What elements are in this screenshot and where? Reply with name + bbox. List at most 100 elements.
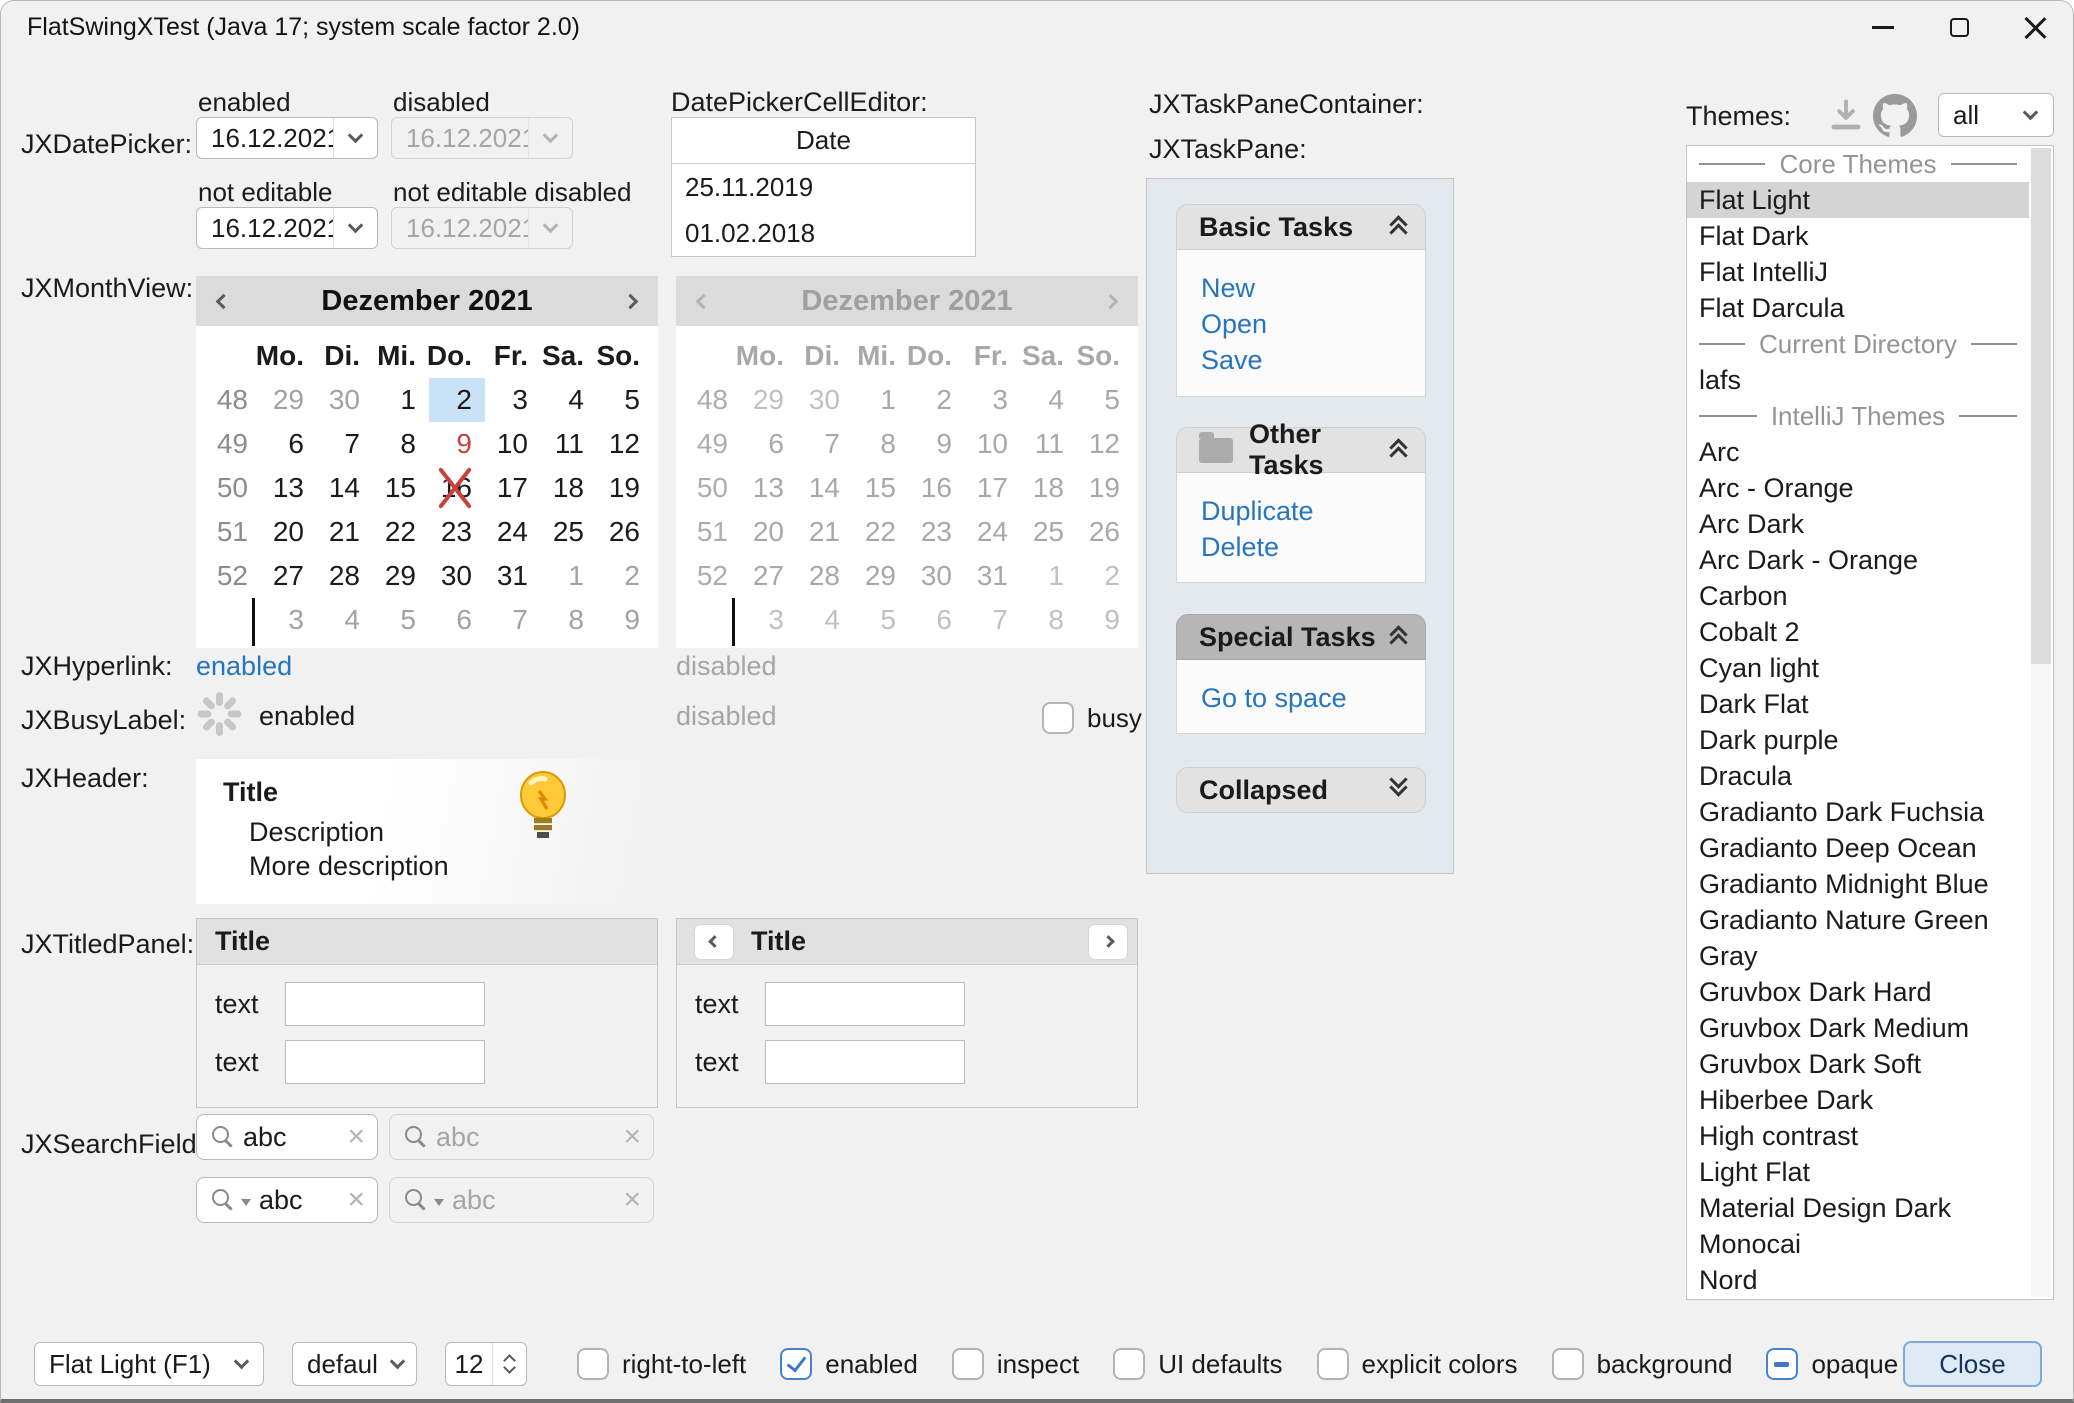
text-input[interactable] (285, 982, 485, 1026)
calendar-day[interactable]: 6 (261, 422, 317, 466)
theme-list-item[interactable]: Dark purple (1687, 722, 2029, 758)
calendar-day[interactable]: 9 (597, 598, 653, 642)
themes-scrollbar[interactable] (2031, 148, 2051, 1297)
calendar-day[interactable]: 5 (373, 598, 429, 642)
datepicker-not-editable[interactable]: 16.12.2021 (196, 207, 378, 249)
calendar-day[interactable]: 13 (261, 466, 317, 510)
checkbox-ui-defaults[interactable]: UI defaults (1113, 1348, 1282, 1380)
calendar-day[interactable]: 29 (261, 378, 317, 422)
titled-panel-prev-button[interactable] (695, 925, 733, 959)
taskpane-action-link[interactable]: Go to space (1201, 680, 1425, 716)
calendar-day[interactable]: 3 (485, 378, 541, 422)
table-row[interactable]: 25.11.2019 (672, 164, 975, 210)
theme-list-item[interactable]: Dracula (1687, 758, 2029, 794)
calendar-day[interactable]: 15 (373, 466, 429, 510)
combo-dropdown-button[interactable] (219, 1343, 263, 1385)
calendar-day[interactable]: 12 (597, 422, 653, 466)
checkbox-enabled[interactable]: enabled (780, 1348, 918, 1380)
maximize-button[interactable] (1921, 1, 1997, 53)
checkbox-right-to-left[interactable]: right-to-left (577, 1348, 746, 1380)
checkbox-box[interactable] (952, 1348, 984, 1380)
calendar-day[interactable]: 28 (317, 554, 373, 598)
titled-panel-next-button[interactable] (1089, 925, 1127, 959)
theme-list-item[interactable]: Cyan light (1687, 650, 2029, 686)
theme-list-item[interactable]: Flat Darcula (1687, 290, 2029, 326)
next-month-icon[interactable] (623, 293, 639, 309)
calendar-day[interactable]: 7 (485, 598, 541, 642)
datepicker-enabled[interactable]: 16.12.2021 (196, 117, 378, 159)
search-field-enabled[interactable]: abc × (196, 1114, 378, 1160)
taskpane-header[interactable]: Collapsed (1176, 767, 1426, 813)
calendar-day[interactable]: 5 (597, 378, 653, 422)
calendar-day[interactable]: 29 (373, 554, 429, 598)
datepicker-dropdown-button[interactable] (333, 118, 377, 158)
theme-list-item[interactable]: Gradianto Deep Ocean (1687, 830, 2029, 866)
calendar-day[interactable]: 26 (597, 510, 653, 554)
text-input[interactable] (765, 1040, 965, 1084)
theme-list-item[interactable]: Cobalt 2 (1687, 614, 2029, 650)
search-field-with-menu[interactable]: abc × (196, 1177, 378, 1223)
theme-list-item[interactable]: Flat Light (1687, 182, 2029, 218)
checkbox-box[interactable] (1552, 1348, 1584, 1380)
calendar-day[interactable]: 2 (597, 554, 653, 598)
calendar-day[interactable]: 1 (373, 378, 429, 422)
laf-combo[interactable]: Flat Light (F1) (34, 1342, 264, 1386)
theme-list-item[interactable]: Arc - Orange (1687, 470, 2029, 506)
taskpane-header[interactable]: Basic Tasks (1176, 204, 1426, 250)
calendar-day[interactable]: 20 (261, 510, 317, 554)
calendar-day[interactable]: 27 (261, 554, 317, 598)
hyperlink-enabled[interactable]: enabled (196, 651, 292, 682)
calendar-day[interactable]: 4 (317, 598, 373, 642)
calendar-day[interactable]: 17 (485, 466, 541, 510)
taskpane-action-link[interactable]: New (1201, 270, 1425, 306)
theme-list-item[interactable]: High contrast (1687, 1118, 2029, 1154)
github-icon[interactable] (1873, 93, 1917, 137)
calendar-day[interactable]: 3 (261, 598, 317, 642)
theme-list-item[interactable]: Nord (1687, 1262, 2029, 1298)
calendar-day[interactable]: 30 (429, 554, 485, 598)
theme-list-item[interactable]: Gradianto Nature Green (1687, 902, 2029, 938)
theme-list-item[interactable]: Arc (1687, 434, 2029, 470)
datepicker-dropdown-button[interactable] (333, 208, 377, 248)
taskpane-action-link[interactable]: Save (1201, 342, 1425, 378)
theme-list-item[interactable]: Dark Flat (1687, 686, 2029, 722)
calendar-day[interactable]: 30 (317, 378, 373, 422)
themes-filter-combo[interactable]: all (1938, 93, 2054, 137)
calendar-day[interactable]: 8 (541, 598, 597, 642)
theme-list-item[interactable]: Gruvbox Dark Soft (1687, 1046, 2029, 1082)
calendar-day[interactable]: 9 (429, 422, 485, 466)
calendar-day[interactable]: 18 (541, 466, 597, 510)
theme-list-item[interactable]: Light Flat (1687, 1154, 2029, 1190)
theme-list-item[interactable]: Gruvbox Dark Medium (1687, 1010, 2029, 1046)
checkbox-box[interactable] (1766, 1348, 1798, 1380)
checkbox-box[interactable] (577, 1348, 609, 1380)
calendar-day[interactable]: 25 (541, 510, 597, 554)
search-with-menu-icon[interactable] (211, 1188, 235, 1212)
calendar-day[interactable]: 8 (373, 422, 429, 466)
table-row[interactable]: 01.02.2018 (672, 210, 975, 256)
font-size-spinner[interactable]: 12 (445, 1342, 527, 1386)
taskpane-action-link[interactable]: Duplicate (1201, 493, 1425, 529)
calendar-day[interactable]: 22 (373, 510, 429, 554)
theme-list-item[interactable]: Gradianto Dark Fuchsia (1687, 794, 2029, 830)
clear-icon[interactable]: × (347, 1122, 365, 1152)
calendar-day[interactable]: 6 (429, 598, 485, 642)
theme-list-item[interactable]: lafs (1687, 362, 2029, 398)
calendar-day[interactable]: 7 (317, 422, 373, 466)
theme-list-item[interactable]: Gradianto Midnight Blue (1687, 866, 2029, 902)
checkbox-box[interactable] (780, 1348, 812, 1380)
window-close-button[interactable] (1997, 1, 2073, 53)
calendar-day[interactable]: 31 (485, 554, 541, 598)
theme-list-item[interactable]: Flat IntelliJ (1687, 254, 2029, 290)
calendar-day[interactable]: 11 (541, 422, 597, 466)
busy-checkbox[interactable]: busy (1042, 702, 1142, 734)
variant-combo[interactable]: default (292, 1342, 417, 1386)
spinner-buttons[interactable] (492, 1343, 526, 1385)
checkbox-inspect[interactable]: inspect (952, 1348, 1079, 1380)
search-input[interactable]: abc (259, 1185, 339, 1216)
minimize-button[interactable] (1845, 1, 1921, 53)
taskpane-action-link[interactable]: Open (1201, 306, 1425, 342)
theme-list-item[interactable]: Flat Dark (1687, 218, 2029, 254)
checkbox-opaque[interactable]: opaque (1766, 1348, 1898, 1380)
checkbox-explicit-colors[interactable]: explicit colors (1317, 1348, 1518, 1380)
